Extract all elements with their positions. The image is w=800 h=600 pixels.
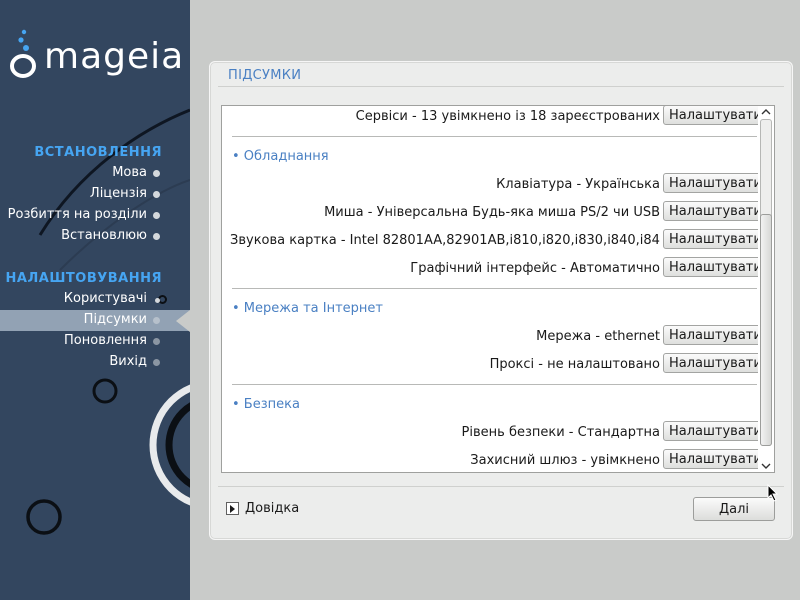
sidebar-item-label: Ліцензія (89, 186, 147, 201)
page-title: ПІДСУМКИ (228, 68, 302, 83)
configure-services-button[interactable]: Налаштувати (663, 106, 767, 125)
summary-scrollbar[interactable] (758, 106, 774, 472)
summary-row-label: Мережа - ethernet (536, 329, 660, 344)
scrollbar-thumb[interactable] (760, 214, 772, 446)
summary-row-label: Рівень безпеки - Стандартна (461, 425, 660, 440)
chevron-down-icon[interactable] (760, 460, 772, 472)
group-divider (232, 384, 757, 385)
configure-sound-card-button[interactable]: Налаштувати (663, 229, 767, 249)
group-heading-security: • Безпека (232, 397, 300, 412)
step-done-dot-icon (153, 233, 160, 240)
footer-divider (218, 486, 784, 487)
logo-text: mageia (44, 36, 185, 77)
configure-network-button[interactable]: Налаштувати (663, 325, 767, 345)
sidebar-item-updates: Поновлення (0, 331, 190, 352)
summary-list: Сервіси - 13 увімкнено із 18 зареєстрова… (221, 105, 775, 473)
install-section-heading: ВСТАНОВЛЕННЯ (34, 145, 162, 160)
summary-row-proxy: Проксі - не налаштовано Налаштувати (222, 352, 767, 380)
summary-row-security-level: Рівень безпеки - Стандартна Налаштувати (222, 420, 767, 448)
chevron-up-icon[interactable] (760, 106, 772, 118)
sidebar-item-label: Встановлюю (61, 228, 147, 243)
mageia-logo-icon (10, 29, 36, 78)
summary-row-label: Звукова картка - Intel 82801AA,82901AB,i… (230, 233, 660, 248)
sidebar-item-summary: Підсумки (0, 310, 190, 331)
mouse-pointer-icon (767, 484, 779, 502)
sidebar-item-partitioning: Розбиття на розділи (0, 205, 190, 226)
sidebar-item-users: Користувачі (0, 289, 190, 310)
step-done-dot-icon (153, 191, 160, 198)
sidebar-item-label: Вихід (109, 354, 147, 369)
current-step-arrow-icon (176, 310, 190, 332)
summary-row-sound-card: Звукова картка - Intel 82801AA,82901AB,i… (222, 228, 767, 256)
sidebar-item-label: Розбиття на розділи (7, 207, 147, 222)
sidebar-item-installing: Встановлюю (0, 226, 190, 247)
configure-graphics-button[interactable]: Налаштувати (663, 257, 767, 277)
configure-mouse-button[interactable]: Налаштувати (663, 201, 767, 221)
summary-row-services: Сервіси - 13 увімкнено із 18 зареєстрова… (222, 106, 767, 132)
sidebar-item-label: Поновлення (64, 333, 147, 348)
step-done-dot-icon (155, 295, 167, 304)
group-divider (232, 136, 757, 137)
step-pending-dot-icon (153, 338, 160, 345)
sidebar-item-label: Підсумки (83, 312, 147, 327)
step-done-dot-icon (153, 212, 160, 219)
configure-proxy-button[interactable]: Налаштувати (663, 353, 767, 373)
summary-row-label: Миша - Універсальна Будь-яка миша PS/2 ч… (324, 205, 660, 220)
group-heading-hardware: • Обладнання (232, 149, 329, 164)
step-done-dot-icon (153, 170, 160, 177)
summary-row-label: Сервіси - 13 увімкнено із 18 зареєстрова… (355, 109, 660, 124)
summary-row-label: Клавіатура - Українська (496, 177, 660, 192)
summary-row-mouse: Миша - Універсальна Будь-яка миша PS/2 ч… (222, 200, 767, 228)
summary-row-firewall: Захисний шлюз - увімкнено Налаштувати (222, 448, 767, 472)
summary-row-keyboard: Клавіатура - Українська Налаштувати (222, 172, 767, 200)
summary-row-label: Захисний шлюз - увімкнено (470, 453, 660, 468)
configure-keyboard-button[interactable]: Налаштувати (663, 173, 767, 193)
title-divider (218, 86, 784, 87)
triangle-right-icon[interactable] (226, 502, 239, 515)
config-section-heading: НАЛАШТОВУВАННЯ (5, 271, 162, 286)
configure-firewall-button[interactable]: Налаштувати (663, 449, 767, 469)
summary-row-label: Графічний інтерфейс - Автоматично (410, 261, 660, 276)
sidebar: mageia ВСТАНОВЛЕННЯ Мова Ліцензія Розбит… (0, 0, 190, 600)
summary-row-graphical-interface: Графічний інтерфейс - Автоматично Налашт… (222, 256, 767, 284)
sidebar-item-label: Мова (112, 165, 147, 180)
summary-row-label: Проксі - не налаштовано (489, 357, 660, 372)
summary-row-network: Мережа - ethernet Налаштувати (222, 324, 767, 352)
sidebar-item-exit: Вихід (0, 352, 190, 373)
summary-panel: ПІДСУМКИ Сервіси - 13 увімкнено із 18 за… (209, 61, 793, 540)
sidebar-item-language: Мова (0, 163, 190, 184)
help-label[interactable]: Довідка (245, 501, 299, 516)
step-pending-dot-icon (153, 359, 160, 366)
sidebar-item-label: Користувачі (63, 291, 147, 306)
group-divider (232, 288, 757, 289)
next-button[interactable]: Далі (693, 497, 775, 521)
step-current-dot-icon (153, 317, 160, 324)
configure-security-level-button[interactable]: Налаштувати (663, 421, 767, 441)
group-heading-network: • Мережа та Інтернет (232, 301, 383, 316)
sidebar-item-license: Ліцензія (0, 184, 190, 205)
